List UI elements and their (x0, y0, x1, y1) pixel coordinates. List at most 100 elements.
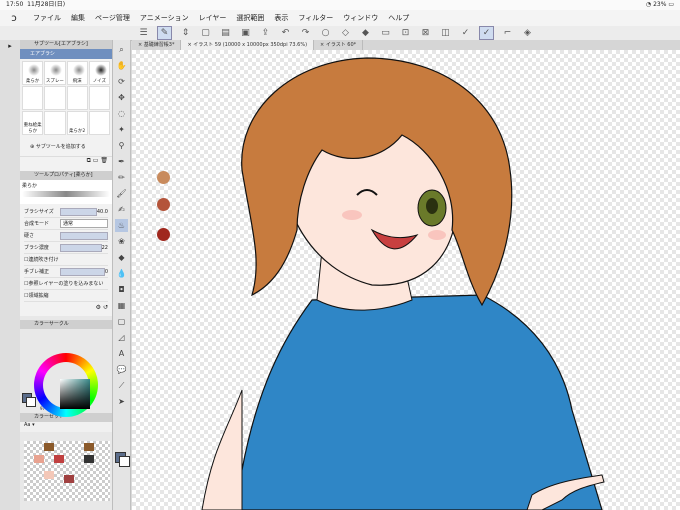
sub-color-icon[interactable] (119, 456, 130, 467)
add-subtool-button[interactable]: ⊕ サブツールを追加する (20, 137, 112, 156)
stabilization-row[interactable]: 手ブレ補正 0 (24, 266, 108, 278)
brush-7[interactable] (66, 86, 88, 110)
menu-animation[interactable]: アニメーション (140, 13, 189, 23)
brush-12[interactable] (88, 111, 110, 135)
color-swatch[interactable] (84, 455, 94, 463)
duplicate-icon[interactable]: ⧉ (87, 157, 91, 164)
brush-splash[interactable]: 飛沫 (66, 61, 88, 85)
tab-doc-2[interactable]: × イラスト 59 (10000 x 10000px 350dpi 73.6%) (181, 40, 315, 50)
menu-icon[interactable]: ☰ (137, 27, 150, 39)
save-icon[interactable]: ▣ (239, 27, 252, 39)
export-icon[interactable]: ⇪ (259, 27, 272, 39)
stepper-icon[interactable]: ⇕ (179, 27, 192, 39)
drawing-canvas[interactable] (132, 50, 680, 510)
trash-icon[interactable]: 🗑 (100, 157, 108, 164)
color-swatch[interactable] (64, 475, 74, 483)
tab-doc-3[interactable]: × イラスト 60* (314, 40, 364, 50)
brush-8[interactable] (88, 86, 110, 110)
sub-color-chip[interactable] (26, 397, 36, 407)
menu-file[interactable]: ファイル (33, 13, 61, 23)
pen-tool-icon[interactable]: ✒ (115, 155, 128, 168)
menu-page[interactable]: ページ管理 (95, 13, 130, 23)
deselect-icon[interactable]: ⊠ (419, 27, 432, 39)
brush-overlay-soft[interactable]: 重ね絵柔らか (22, 111, 44, 135)
menu-help[interactable]: ヘルプ (388, 13, 409, 23)
blend-tool-icon[interactable]: 💧 (115, 267, 128, 280)
expand-icon[interactable]: ▸ (0, 42, 20, 50)
airbrush-icon[interactable]: ✓ (479, 26, 494, 40)
hand-tool-icon[interactable]: ✋ (115, 59, 128, 72)
brush-noise[interactable]: ノイズ (88, 61, 110, 85)
brush-size-row[interactable]: ブラシサイズ 40.0 (24, 206, 108, 218)
brush-tool-icon[interactable]: 🖌 (115, 187, 128, 200)
move-tool-icon[interactable]: ✥ (115, 91, 128, 104)
layer-icon[interactable]: ◈ (521, 27, 534, 39)
text-tool-icon[interactable]: A (115, 347, 128, 360)
edit-icon[interactable]: ✎ (157, 26, 172, 40)
deco-tool-icon[interactable]: ❀ (115, 235, 128, 248)
crop-icon[interactable]: ⊡ (399, 27, 412, 39)
wrench-icon[interactable]: ⚙ (96, 304, 101, 311)
color-swatch[interactable] (44, 471, 54, 479)
open-icon[interactable]: ▤ (219, 27, 232, 39)
menu-view[interactable]: 表示 (274, 13, 288, 23)
balloon-tool-icon[interactable]: 💬 (115, 363, 128, 376)
select-icon[interactable]: ▭ (379, 27, 392, 39)
color-swatch[interactable] (44, 443, 54, 451)
color-swatch[interactable] (34, 455, 44, 463)
zoom-tool-icon[interactable]: ⌕ (115, 43, 128, 56)
wand-tool-icon[interactable]: ✦ (115, 123, 128, 136)
ink-tool-icon[interactable]: ✍ (115, 203, 128, 216)
pen-tool-icon[interactable]: ✓ (459, 27, 472, 39)
menu-window[interactable]: ウィンドウ (343, 13, 378, 23)
new-file-icon[interactable]: ▢ (199, 27, 212, 39)
correct-tool-icon[interactable]: ➤ (115, 395, 128, 408)
area-scaling-row[interactable]: ☐ 領域拡縮 (24, 290, 108, 302)
line-tool-icon[interactable]: ⟋ (115, 379, 128, 392)
toolprop-list: ブラシサイズ 40.0 合成モード 通常 硬さ ブラシ濃度 22 ☐ 連続吹き付け 手… (20, 204, 112, 304)
pencil-tool-icon[interactable]: ✏ (115, 171, 128, 184)
brush-10[interactable] (44, 111, 66, 135)
color-swatch[interactable] (54, 455, 64, 463)
app-logo-icon[interactable]: ↄ (5, 11, 23, 25)
brush-spray[interactable]: スプレー (44, 61, 66, 85)
reset-icon[interactable]: ↺ (103, 304, 108, 311)
invert-icon[interactable]: ◫ (439, 27, 452, 39)
gradient-tool-icon[interactable]: ▦ (115, 299, 128, 312)
colorset-select[interactable]: Aa ▾ (20, 422, 112, 432)
color-set-grid[interactable] (24, 441, 110, 501)
folder-icon[interactable]: ▭ (93, 157, 99, 164)
continuous-spray-row[interactable]: ☐ 連続吹き付け (24, 254, 108, 266)
redo-icon[interactable]: ↷ (299, 27, 312, 39)
lasso-tool-icon[interactable]: ◌ (115, 107, 128, 120)
fill-tool-icon[interactable]: ◘ (115, 283, 128, 296)
eraser-tool-icon[interactable]: ◆ (115, 251, 128, 264)
brush-soft2[interactable]: 柔らか2 (66, 111, 88, 135)
shape-tool-icon[interactable]: ▢ (115, 315, 128, 328)
menu-filter[interactable]: フィルター (298, 13, 333, 23)
hardness-row[interactable]: 硬さ (24, 230, 108, 242)
undo-icon[interactable]: ↶ (279, 27, 292, 39)
ruler-icon[interactable]: ⌐ (501, 27, 514, 39)
saturation-square[interactable] (60, 379, 90, 409)
menu-layer[interactable]: レイヤー (199, 13, 227, 23)
brush-5[interactable] (22, 86, 44, 110)
rotate-tool-icon[interactable]: ⟳ (115, 75, 128, 88)
fill-icon[interactable]: ◆ (359, 27, 372, 39)
menu-selection[interactable]: 選択範囲 (236, 13, 264, 23)
color-wheel[interactable] (34, 353, 98, 417)
airbrush-tool-icon[interactable]: ♨ (115, 219, 128, 232)
blend-mode-row[interactable]: 合成モード 通常 (24, 218, 108, 230)
brush-density-row[interactable]: ブラシ濃度 22 (24, 242, 108, 254)
clear-icon[interactable]: ○ (319, 27, 332, 39)
color-swatch[interactable] (84, 443, 94, 451)
tab-doc-1[interactable]: × 基礎練習帳3* (132, 40, 182, 50)
eyedropper-tool-icon[interactable]: ⚲ (115, 139, 128, 152)
transform-icon[interactable]: ◇ (339, 27, 352, 39)
reference-layer-row[interactable]: ☐ 参照レイヤーの塗りを込みまない (24, 278, 108, 290)
brush-6[interactable] (44, 86, 66, 110)
menu-edit[interactable]: 編集 (71, 13, 85, 23)
frame-tool-icon[interactable]: ◿ (115, 331, 128, 344)
brush-soft[interactable]: 柔らか (22, 61, 44, 85)
subtool-selected[interactable]: エアブラシ (20, 49, 112, 59)
